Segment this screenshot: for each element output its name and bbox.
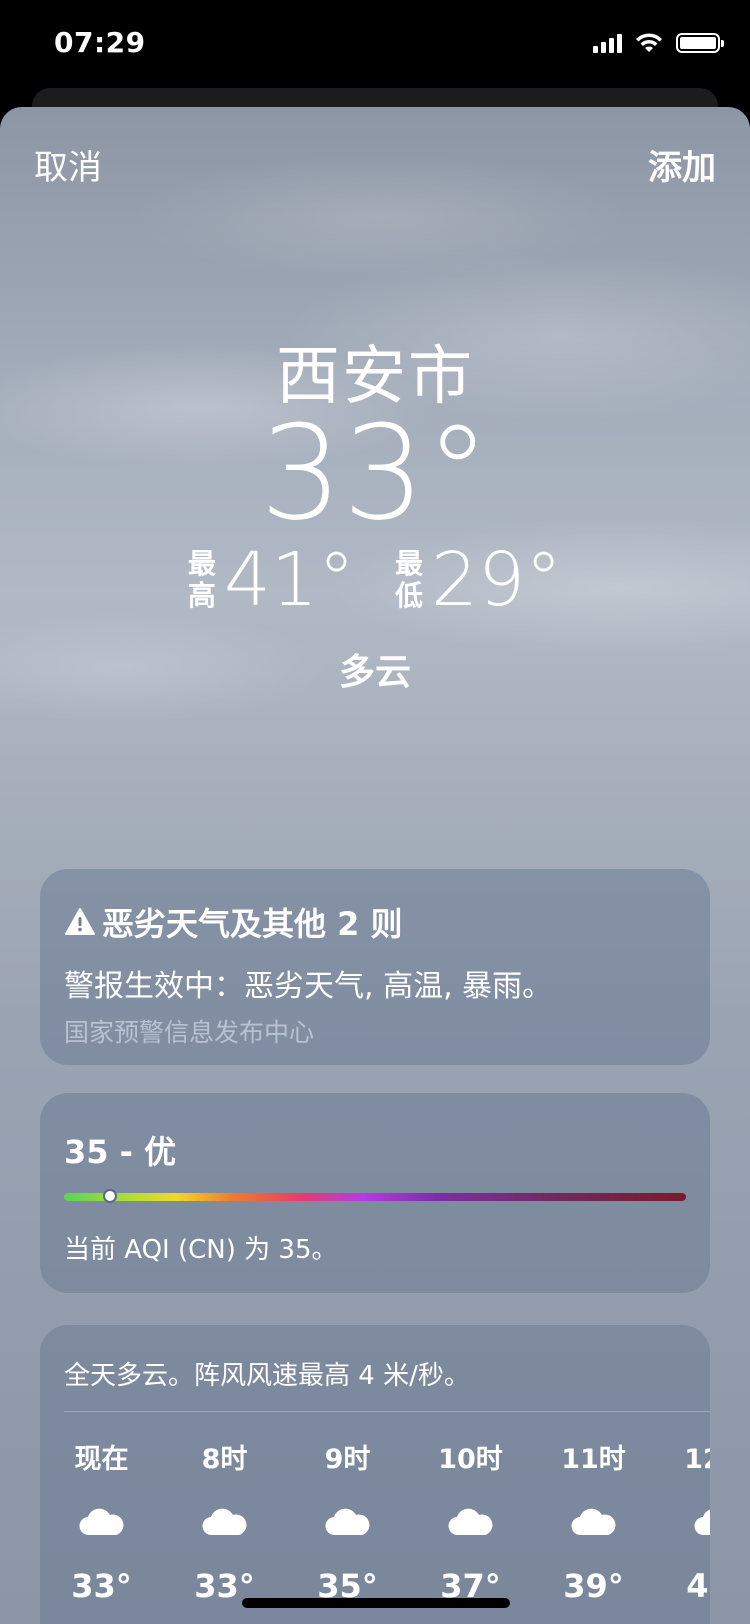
cloud-icon (570, 1508, 615, 1536)
cancel-button[interactable]: 取消 (34, 140, 102, 189)
high-label: 最 高 (188, 548, 216, 612)
hourly-item: 8时 33° (163, 1437, 286, 1605)
high-label-line-2: 高 (187, 579, 216, 612)
high-low-temperatures: 最 高 41° 最 低 29° (0, 537, 750, 623)
low-label-line-2: 低 (395, 579, 424, 612)
hourly-item: 10时 37° (409, 1437, 532, 1605)
cloud-icon (447, 1508, 492, 1536)
hour-temperature: 40° (686, 1567, 710, 1605)
warning-icon (65, 908, 95, 935)
hour-label: 现在 (74, 1444, 129, 1475)
low-label: 最 低 (395, 548, 423, 612)
cloud-icon (694, 1509, 710, 1536)
battery-level (680, 37, 716, 49)
hourly-item: 11时 39° (532, 1437, 655, 1605)
hourly-item: 12时 40° (655, 1437, 710, 1605)
weather-condition: 多云 (338, 652, 411, 693)
high-label-line-1: 最 (187, 547, 216, 580)
hour-label: 8时 (201, 1444, 248, 1475)
hour-temperature: 33° (71, 1567, 132, 1605)
hourly-item: 现在 33° (40, 1437, 163, 1605)
current-temperature: 33° (259, 397, 491, 549)
battery-icon (676, 33, 724, 53)
hour-label: 9时 (324, 1444, 371, 1475)
add-button[interactable]: 添加 (648, 140, 716, 189)
cloud-icon (324, 1508, 369, 1536)
alert-title-text: 恶劣天气及其他 2 则 (102, 905, 403, 943)
hourly-list[interactable]: 现在 33° 8时33°9时35°10时37° 11时 39° 12时 40° (40, 1437, 710, 1605)
alert-description: 警报生效中：恶劣天气, 高温, 暴雨。 (64, 969, 553, 1004)
hourly-summary: 全天多云。阵风风速最高 4 米/秒。 (64, 1361, 470, 1391)
cellular-signal-icon (593, 33, 622, 53)
cloud-icon (201, 1508, 246, 1536)
hourly-item: 9时 35° (286, 1437, 409, 1605)
aqi-indicator (102, 1189, 117, 1203)
wifi-icon (636, 33, 662, 52)
high-temperature: 最 高 41° (188, 537, 355, 623)
alert-title: 恶劣天气及其他 2 则 (64, 899, 403, 945)
air-quality-card[interactable]: 35 - 优 当前 AQI (CN) 为 35。 (40, 1093, 710, 1293)
hour-temperature: 39° (563, 1567, 624, 1605)
weather-preview-sheet: 取消 添加 西安市 33° 最 高 41° 最 低 29° 多云 恶劣天气及其他… (0, 107, 750, 1624)
hourly-forecast-card[interactable]: 全天多云。阵风风速最高 4 米/秒。 现在 33° 8时 33° 9时 35° 10时 37°… (40, 1325, 710, 1624)
status-bar: 07:29 (0, 0, 750, 90)
aqi-title: 35 - 优 (64, 1133, 177, 1171)
alert-source: 国家预警信息发布中心 (64, 1018, 315, 1047)
status-icons (593, 32, 724, 54)
low-temperature: 最 低 29° (395, 537, 562, 623)
hour-label: 11时 (561, 1444, 626, 1475)
home-indicator[interactable] (242, 1598, 510, 1608)
high-value: 41° (223, 537, 355, 623)
divider (64, 1411, 710, 1412)
status-time: 07:29 (54, 26, 146, 59)
hour-label: 12时 (684, 1444, 710, 1475)
cloud-icon (78, 1508, 123, 1536)
aqi-description: 当前 AQI (CN) 为 35。 (64, 1235, 338, 1265)
aqi-scale-bar (64, 1189, 686, 1203)
low-label-line-1: 最 (395, 547, 424, 580)
low-value: 29° (431, 537, 563, 623)
hour-label: 10时 (438, 1444, 503, 1475)
severe-weather-alert-card[interactable]: 恶劣天气及其他 2 则 警报生效中：恶劣天气, 高温, 暴雨。 国家预警信息发布… (40, 869, 710, 1065)
